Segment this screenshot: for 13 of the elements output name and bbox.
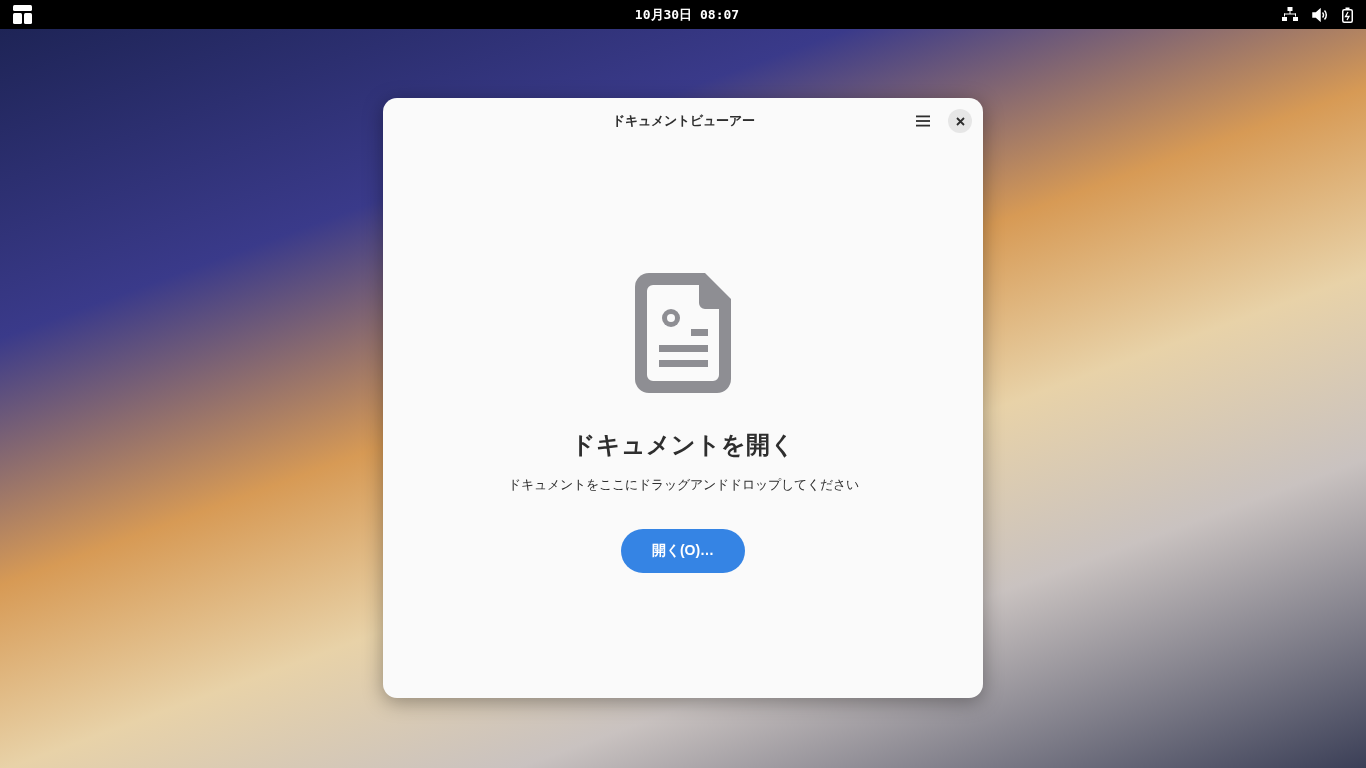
document-icon (635, 273, 731, 393)
close-icon (955, 116, 965, 126)
clock[interactable]: 10月30日 08:07 (634, 4, 740, 25)
open-button[interactable]: 開く(O)… (621, 528, 745, 573)
menu-icon (916, 115, 930, 127)
window-title: ドキュメントビューアー (611, 112, 755, 131)
close-button[interactable] (948, 109, 972, 133)
volume-icon[interactable] (1312, 7, 1328, 22)
battery-icon[interactable] (1342, 6, 1353, 23)
activities-icon[interactable] (13, 5, 32, 24)
empty-state-description: ドキュメントをここにドラッグアンドドロップしてください (507, 476, 859, 494)
network-icon[interactable] (1282, 7, 1298, 22)
empty-state-heading: ドキュメントを開く (571, 430, 795, 460)
